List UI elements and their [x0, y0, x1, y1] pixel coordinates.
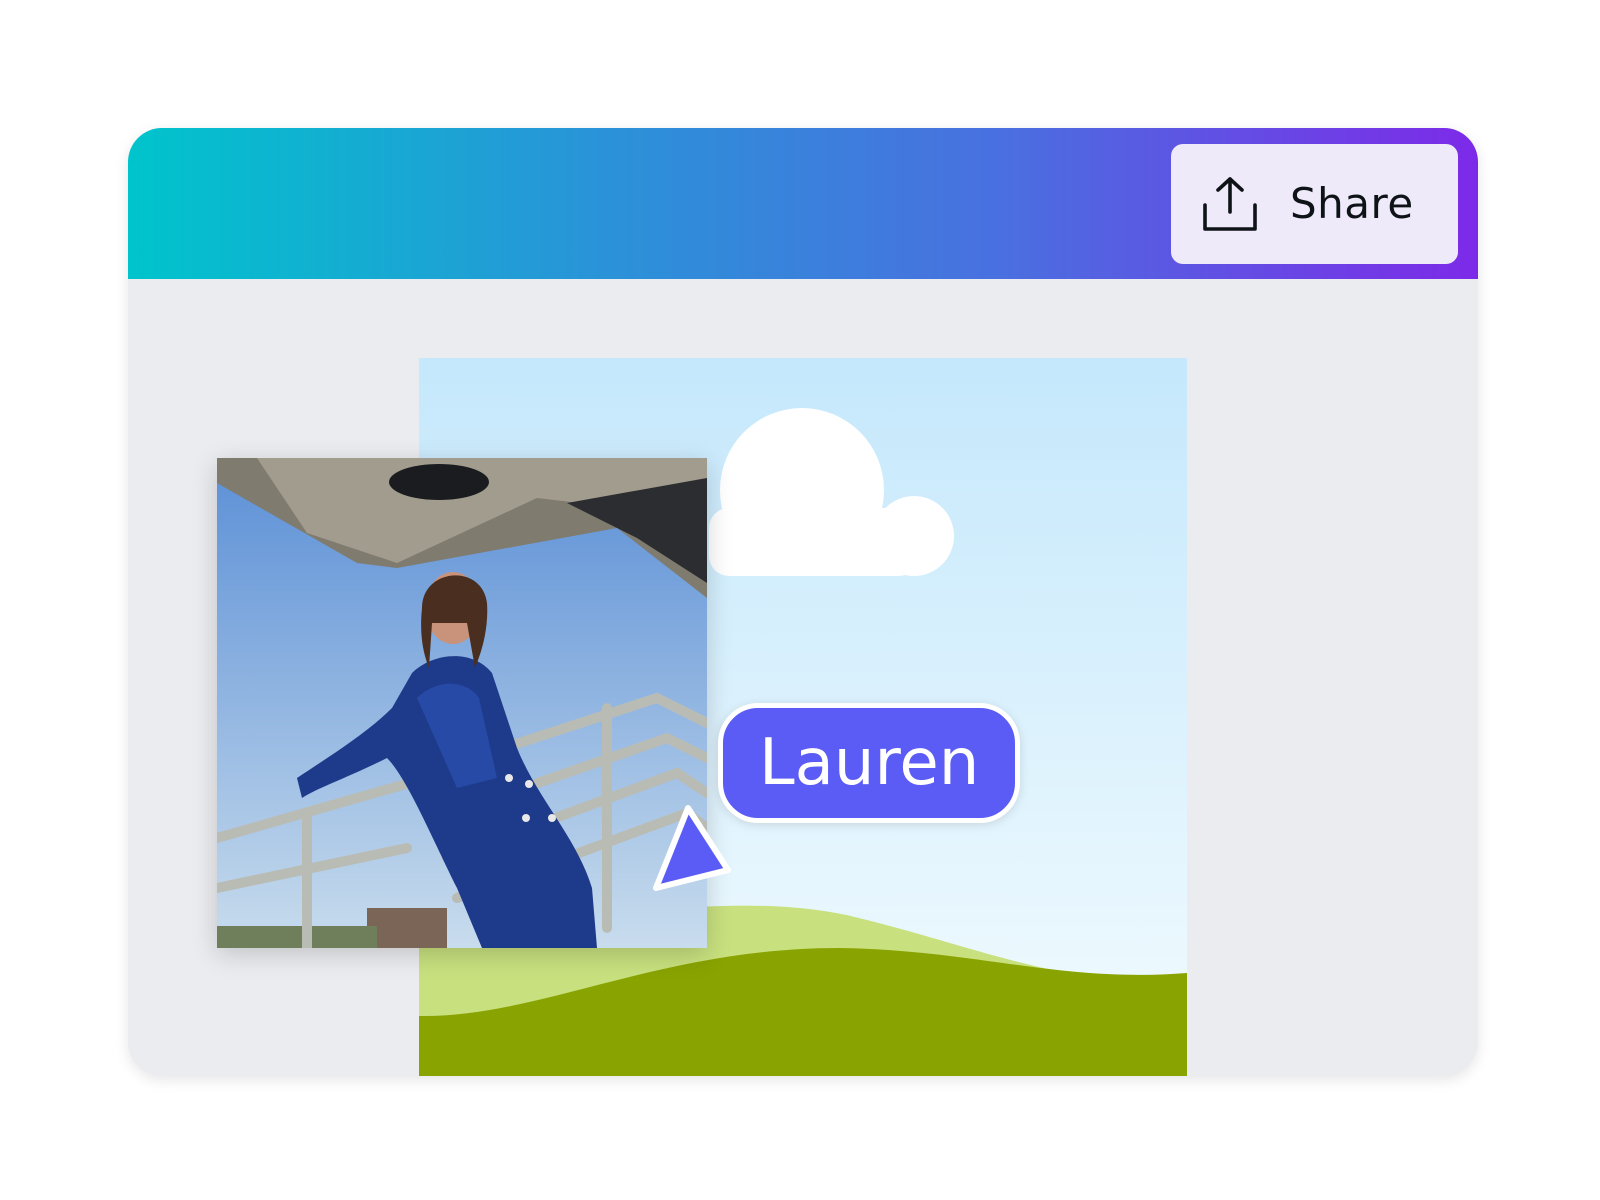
editor-header-bar: Share — [128, 128, 1478, 279]
photo-image — [217, 458, 707, 948]
photo-woman-blue-suit[interactable] — [217, 458, 707, 948]
share-button[interactable]: Share — [1171, 144, 1458, 264]
editor-window: Share Lauren — [128, 128, 1478, 1076]
collaborator-name-label: Lauren — [718, 703, 1021, 823]
share-button-label: Share — [1290, 179, 1414, 228]
share-upload-icon — [1203, 177, 1257, 231]
